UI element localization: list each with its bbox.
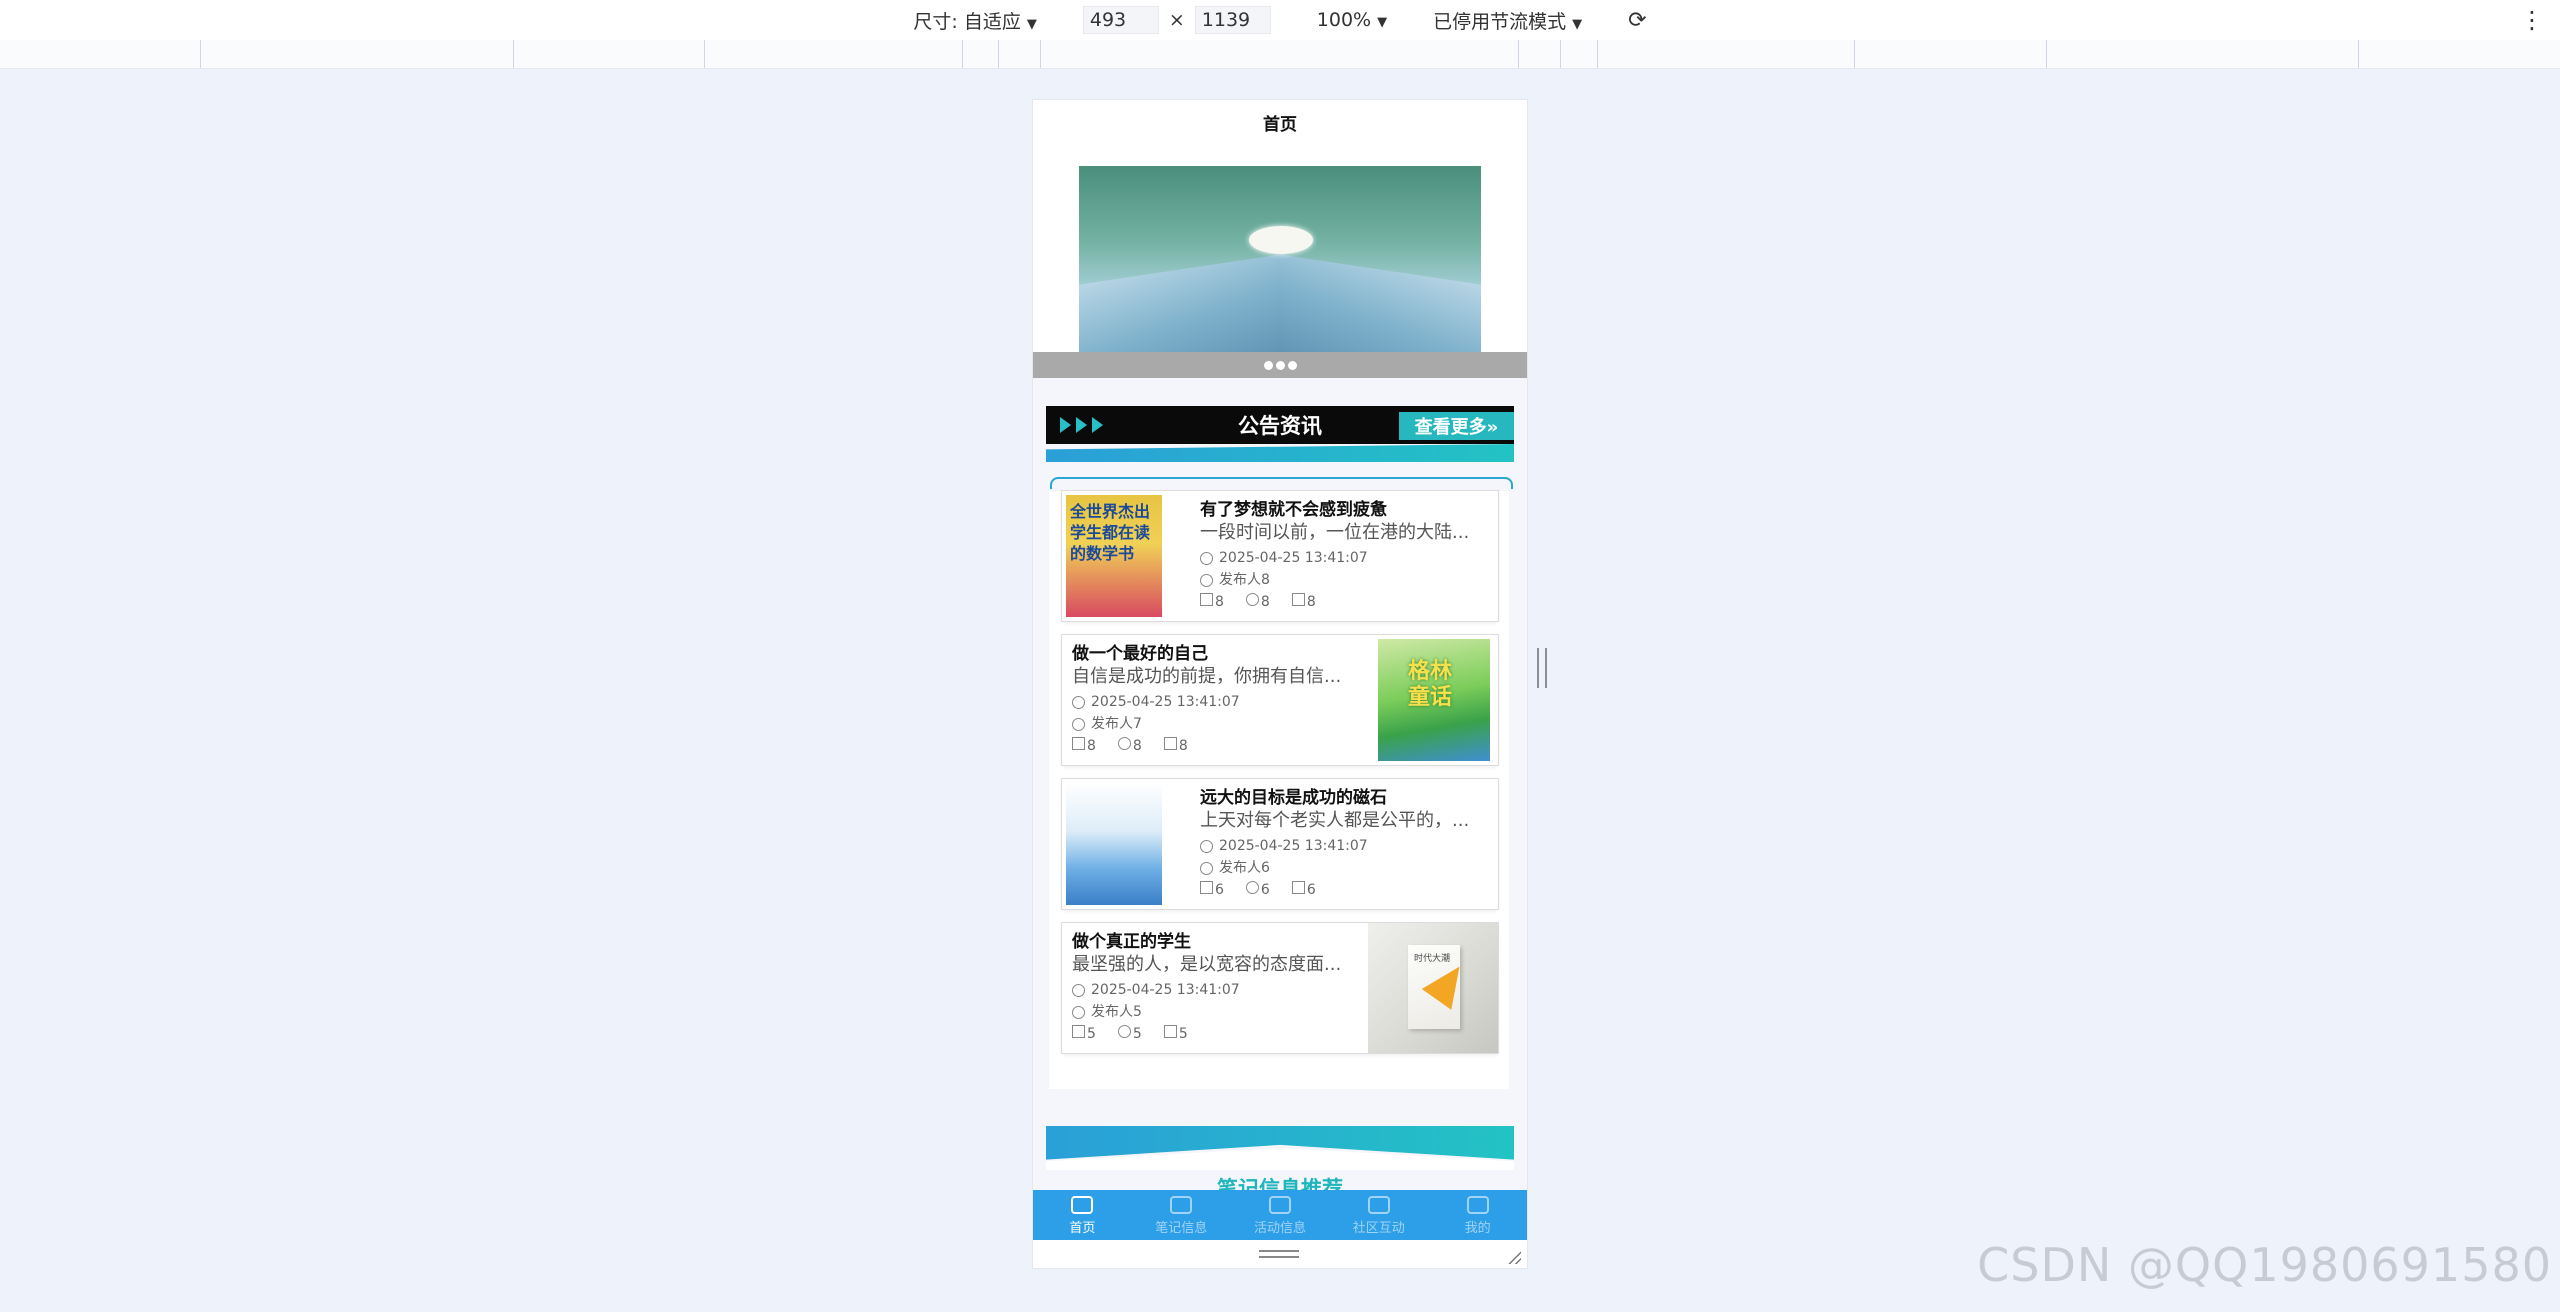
star-icon[interactable] [1117,737,1131,750]
user-icon [1200,861,1213,875]
banner-image[interactable] [1079,166,1481,356]
more-options-icon[interactable]: ⋮ [2520,6,2544,34]
user-icon [1466,1196,1489,1214]
like-icon[interactable] [1072,1025,1085,1038]
dimensions-dropdown[interactable]: 尺寸: 自适应 ▼ [913,7,1036,34]
device-toolbar: 尺寸: 自适应 ▼ 493 × 1139 100% ▼ 已停用节流模式 ▼ ⟳ ⋮ [0,0,2560,41]
list-bracket [1050,477,1513,489]
like-icon[interactable] [1200,593,1213,606]
page-title: 首页 [1033,100,1527,144]
item-desc: 最坚强的人，是以宽容的态度面... [1072,954,1342,975]
height-input[interactable]: 1139 [1194,6,1271,34]
views-icon [1163,737,1177,750]
notice-section: 公告资讯 查看更多» 全世界杰出学生都在读的数学书 有了梦想就不会感到疲惫 一段… [1033,378,1527,1201]
notice-title-bar: 公告资讯 查看更多» [1046,406,1514,444]
views-icon [1291,881,1305,894]
throttle-dropdown[interactable]: 已停用节流模式 ▼ [1433,7,1582,34]
device-viewport: 首页 公告资讯 查看更多» 全世界杰出学生都在读的数学书 有了梦想就不会感到疲惫… [1033,100,1527,1268]
clock-icon [1072,983,1085,997]
tab-activity[interactable]: 活动信息 [1231,1190,1330,1240]
star-icon[interactable] [1117,1025,1131,1038]
dropdown-caret-icon: ▼ [1572,16,1583,32]
view-more-button[interactable]: 查看更多» [1399,412,1514,440]
carousel-dot[interactable] [1287,360,1297,370]
width-input[interactable]: 493 [1082,6,1159,34]
times-sign: × [1168,9,1185,31]
user-icon [1200,573,1213,587]
item-title: 做一个最好的自己 [1072,644,1208,663]
carousel-indicators [1033,352,1527,378]
title-stripe [1046,444,1514,462]
views-icon [1163,1025,1177,1038]
device-bottom-bar [1033,1240,1527,1268]
list-item[interactable]: 远大的目标是成功的磁石 上天对每个老实人都是公平的，... 2025-04-25… [1062,779,1498,909]
cover-image [1066,783,1162,905]
dropdown-caret-icon: ▼ [1377,15,1388,30]
clock-icon [1200,551,1213,565]
list-item[interactable]: 做一个最好的自己 自信是成功的前提，你拥有自信... 2025-04-25 13… [1062,635,1498,765]
views-icon [1291,593,1305,606]
carousel-dot[interactable] [1263,360,1273,370]
cover-image: 格林童话 [1378,639,1490,761]
clock-icon [1200,839,1213,853]
watermark: CSDN @QQ1980691580 [1977,1238,2552,1292]
notes-icon [1170,1196,1193,1214]
item-desc: 自信是成功的前提，你拥有自信... [1072,666,1342,687]
item-title: 远大的目标是成功的磁石 [1200,788,1387,807]
side-resize-handle[interactable] [1537,648,1547,688]
activity-icon [1268,1196,1291,1214]
list-item[interactable]: 全世界杰出学生都在读的数学书 有了梦想就不会感到疲惫 一段时间以前，一位在港的大… [1062,491,1498,621]
tab-home[interactable]: 首页 [1033,1190,1132,1240]
notice-list: 全世界杰出学生都在读的数学书 有了梦想就不会感到疲惫 一段时间以前，一位在港的大… [1049,491,1509,1089]
item-title: 做个真正的学生 [1072,932,1191,951]
carousel-dot[interactable] [1275,360,1285,370]
rotate-icon[interactable]: ⟳ [1628,8,1646,33]
item-desc: 上天对每个老实人都是公平的，... [1200,810,1470,831]
tab-notes[interactable]: 笔记信息 [1132,1190,1231,1240]
item-title: 有了梦想就不会感到疲惫 [1200,500,1387,519]
tab-profile[interactable]: 我的 [1428,1190,1527,1240]
resize-corner-icon[interactable] [1505,1248,1521,1264]
star-icon[interactable] [1245,881,1259,894]
clock-icon [1072,695,1085,709]
home-icon [1071,1196,1094,1214]
cover-image: 时代大潮 [1368,923,1498,1053]
dropdown-caret-icon: ▼ [1026,16,1037,32]
cover-image: 全世界杰出学生都在读的数学书 [1066,495,1162,617]
list-item[interactable]: 做个真正的学生 最坚强的人，是以宽容的态度面... 2025-04-25 13:… [1062,923,1498,1053]
tab-community[interactable]: 社区互动 [1329,1190,1428,1240]
like-icon[interactable] [1200,881,1213,894]
zoom-dropdown[interactable]: 100% ▼ [1317,9,1387,31]
media-query-ruler [0,40,2560,69]
like-icon[interactable] [1072,737,1085,750]
resize-grip-icon[interactable] [1259,1250,1299,1258]
user-icon [1072,1005,1085,1019]
banner-carousel[interactable] [1033,144,1527,359]
star-icon[interactable] [1245,593,1259,606]
item-desc: 一段时间以前，一位在港的大陆... [1200,522,1470,543]
community-icon [1367,1196,1390,1214]
flower-decoration [1249,226,1313,254]
bottom-tab-bar: 首页 笔记信息 活动信息 社区互动 我的 [1033,1190,1527,1240]
user-icon [1072,717,1085,731]
